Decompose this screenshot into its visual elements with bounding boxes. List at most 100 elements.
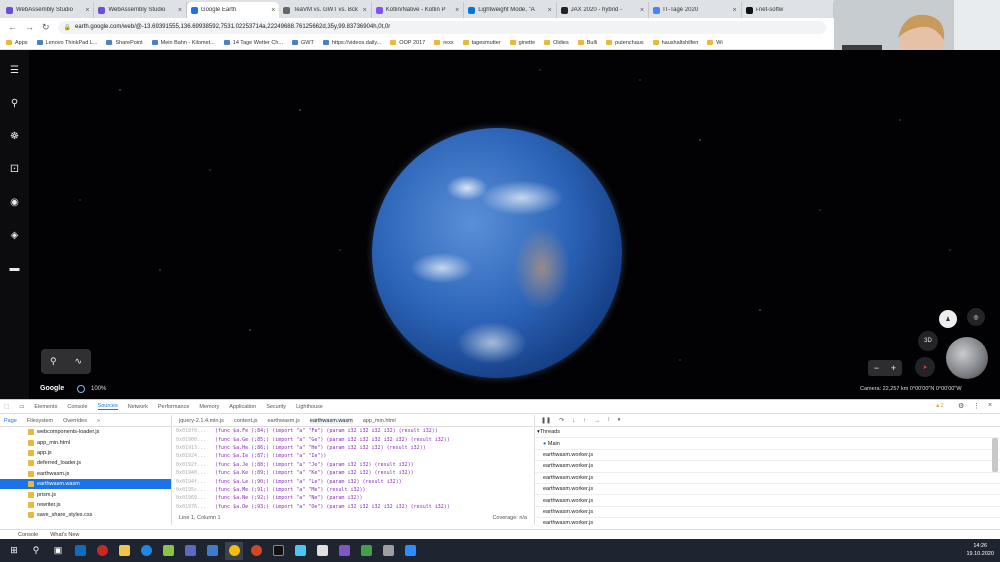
- earth-viewport[interactable]: ☰ ⚲ ☸ ⚀ ◉ ◈ ▬ ⚲ ∿ Google 100% Camera: 22…: [0, 50, 1000, 399]
- bookmark-item[interactable]: SharePoint: [106, 40, 143, 46]
- bookmark-item[interactable]: Bulli: [577, 40, 597, 46]
- terminal-icon[interactable]: [269, 542, 287, 560]
- bookmark-item[interactable]: putenchaus: [606, 40, 644, 46]
- app-flag-icon[interactable]: [335, 542, 353, 560]
- bookmark-item[interactable]: haushaltshilfen: [652, 40, 698, 46]
- tab-close-icon[interactable]: ×: [640, 7, 644, 14]
- bookmark-item[interactable]: Oldies: [544, 40, 569, 46]
- address-bar[interactable]: 🔒 earth.google.com/web/@-13.69391555,136…: [57, 20, 826, 34]
- 3d-toggle[interactable]: 3D: [918, 331, 938, 351]
- feeling-lucky-icon[interactable]: ⚀: [8, 163, 21, 176]
- devtools-tab[interactable]: Lighthouse: [296, 404, 323, 410]
- step-over-icon[interactable]: ↷: [559, 417, 564, 424]
- devtools-tab[interactable]: Application: [229, 404, 256, 410]
- file-tree-item[interactable]: deferred_loader.js: [0, 458, 171, 468]
- threads-header[interactable]: ▾ Threads: [535, 427, 1000, 439]
- app-gear-icon[interactable]: [313, 542, 331, 560]
- tab-close-icon[interactable]: ×: [271, 7, 275, 14]
- calculator-icon[interactable]: [181, 542, 199, 560]
- app-leaf-icon[interactable]: [357, 542, 375, 560]
- tab-close-icon[interactable]: ×: [732, 7, 736, 14]
- my-location-icon[interactable]: ◎: [967, 308, 985, 326]
- virtualbox-icon[interactable]: [203, 542, 221, 560]
- forward-icon[interactable]: →: [25, 22, 34, 32]
- drawer-tab[interactable]: What's New: [50, 532, 79, 538]
- navigator-tab[interactable]: Overrides: [63, 418, 87, 424]
- step-out-icon[interactable]: ↑: [583, 418, 586, 424]
- bookmark-item[interactable]: OOP 2017: [390, 40, 425, 46]
- deactivate-breakpoints-icon[interactable]: ⧙: [608, 417, 609, 424]
- outlook-icon[interactable]: [71, 542, 89, 560]
- file-tree-item[interactable]: earthwasm.wasm: [0, 478, 171, 490]
- tab-close-icon[interactable]: ×: [363, 7, 367, 14]
- warning-badge[interactable]: ▲2: [935, 403, 944, 409]
- menu-icon[interactable]: ☰: [8, 64, 21, 77]
- app-green-icon[interactable]: [159, 542, 177, 560]
- back-icon[interactable]: ←: [8, 22, 17, 32]
- file-tree-item[interactable]: rewriter.js: [0, 500, 171, 510]
- devtools-tab[interactable]: Network: [128, 404, 148, 410]
- bookmark-item[interactable]: https://videos.daily...: [322, 40, 381, 46]
- step-into-icon[interactable]: ↓: [572, 418, 575, 424]
- zoom-in-button[interactable]: +: [891, 363, 896, 373]
- devtools-tab[interactable]: Sources: [97, 403, 118, 410]
- thread-worker[interactable]: earthwasm.worker.js: [535, 518, 1000, 525]
- pin-icon[interactable]: ⚲: [50, 356, 57, 367]
- zoom-app-icon[interactable]: [401, 542, 419, 560]
- projects-icon[interactable]: ◉: [8, 196, 21, 209]
- browser-tab[interactable]: Google Earth ×: [186, 2, 280, 18]
- file-tree-item[interactable]: earthwasm.js: [0, 469, 171, 479]
- bookmark-item[interactable]: GWT: [292, 40, 314, 46]
- chrome-icon[interactable]: [225, 541, 243, 560]
- taskbar-clock[interactable]: 14:26 19.10.2020: [966, 542, 994, 558]
- file-tree-item[interactable]: prism.js: [0, 489, 171, 499]
- device-toggle-icon[interactable]: ▭: [19, 404, 24, 410]
- bookmark-item[interactable]: 14 Tage Wetter Ch...: [223, 40, 283, 46]
- editor-tab[interactable]: app_min.html: [363, 418, 396, 424]
- tab-close-icon[interactable]: ×: [178, 7, 182, 14]
- earth-globe[interactable]: [372, 128, 622, 378]
- map-style-icon[interactable]: ◈: [8, 229, 21, 242]
- browser-tab[interactable]: WebAssembly Studio ×: [2, 2, 95, 18]
- reload-icon[interactable]: ↻: [42, 22, 50, 33]
- thread-worker[interactable]: earthwasm.worker.js: [535, 473, 1000, 484]
- start-icon[interactable]: ⊞: [5, 542, 23, 560]
- drawer-tab[interactable]: Console: [18, 532, 38, 538]
- thread-worker[interactable]: earthwasm.worker.js: [535, 484, 1000, 496]
- compass-icon[interactable]: ➤: [915, 357, 935, 377]
- editor-tab[interactable]: content.js: [234, 418, 258, 424]
- browser-tab[interactable]: i-net-softw: [742, 2, 835, 18]
- path-icon[interactable]: ∿: [74, 356, 82, 367]
- close-devtools-icon[interactable]: ×: [988, 402, 992, 409]
- editor-tab[interactable]: earthwasm.wasm: [309, 417, 353, 424]
- navigator-tab[interactable]: Page: [4, 418, 17, 424]
- editor-tab[interactable]: jquery-2.1.4.min.js: [179, 418, 224, 424]
- browser-tab[interactable]: Kotlin/Native - Kotlin P ×: [372, 2, 465, 18]
- thread-main[interactable]: ● Main: [535, 438, 1000, 450]
- bookmark-item[interactable]: Mein Bahn - Kilomet...: [151, 40, 215, 46]
- step-icon[interactable]: →: [594, 418, 600, 424]
- pegman-icon[interactable]: ♟: [939, 310, 957, 328]
- thread-worker[interactable]: earthwasm.worker.js: [535, 461, 1000, 473]
- file-explorer-icon[interactable]: [115, 542, 133, 560]
- thread-worker[interactable]: earthwasm.worker.js: [535, 495, 1000, 507]
- browser-tab[interactable]: WebAssembly Studio ×: [94, 2, 187, 18]
- file-tree-item[interactable]: save_share_styles.css: [0, 510, 171, 520]
- devtools-tab[interactable]: Performance: [158, 404, 190, 410]
- browser-tab[interactable]: JAX 2020 - hybrid - ×: [557, 2, 650, 18]
- thread-worker[interactable]: earthwasm.worker.js: [535, 450, 1000, 462]
- bookmark-item[interactable]: Apps: [6, 40, 28, 46]
- code-view[interactable]: 0x018f0... (func $a.Fe (;84;) (import "a"…: [173, 427, 533, 511]
- measure-icon[interactable]: ▬: [8, 262, 21, 275]
- bookmark-item[interactable]: tagesmutter: [462, 40, 501, 46]
- zoom-out-button[interactable]: −: [874, 363, 879, 373]
- tab-close-icon[interactable]: ×: [548, 7, 552, 14]
- settings-icon[interactable]: ⚙: [958, 402, 964, 410]
- file-tree-item[interactable]: app_min.html: [0, 437, 171, 447]
- devtools-tab[interactable]: Security: [266, 404, 286, 410]
- bookmark-item[interactable]: rexx: [434, 40, 454, 46]
- pause-icon[interactable]: ❚❚: [541, 417, 551, 424]
- powerpoint-icon[interactable]: [247, 542, 265, 560]
- file-tree-item[interactable]: app.js: [0, 448, 171, 458]
- edge-icon[interactable]: [137, 542, 155, 560]
